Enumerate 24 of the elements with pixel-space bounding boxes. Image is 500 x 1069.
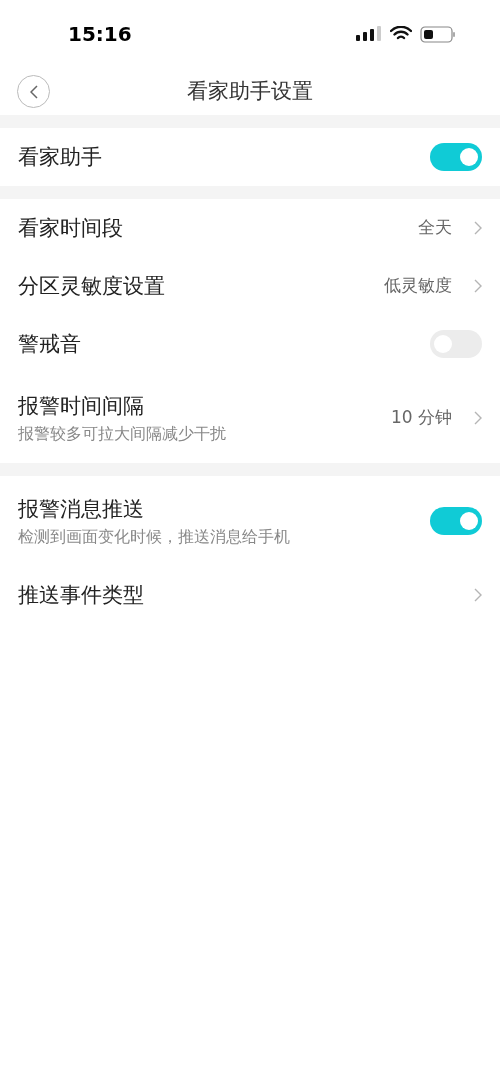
wifi-icon xyxy=(390,26,412,42)
page-title: 看家助手设置 xyxy=(187,77,313,105)
row-value: 10 分钟 xyxy=(390,406,452,430)
chevron-left-icon xyxy=(29,84,38,99)
row-value: 全天 xyxy=(418,216,452,240)
row-label: 看家时间段 xyxy=(18,215,123,242)
chevron-right-icon xyxy=(474,411,482,425)
row-label: 推送事件类型 xyxy=(18,582,144,609)
status-time: 15:16 xyxy=(68,21,132,48)
row-subtitle: 检测到画面变化时候，推送消息给手机 xyxy=(18,526,290,548)
battery-icon xyxy=(420,25,456,43)
chevron-right-icon xyxy=(474,279,482,293)
row-label: 报警时间间隔 xyxy=(18,393,145,420)
row-label: 报警消息推送 xyxy=(18,496,145,523)
chevron-right-icon xyxy=(474,588,482,602)
toggle-switch[interactable] xyxy=(430,143,482,171)
row-value: 低灵敏度 xyxy=(384,274,452,298)
row-label: 分区灵敏度设置 xyxy=(18,273,165,300)
toggle-switch[interactable] xyxy=(430,507,482,535)
row-label: 警戒音 xyxy=(18,331,81,358)
signal-icon xyxy=(356,26,382,42)
chevron-right-icon xyxy=(474,221,482,235)
row-label: 看家助手 xyxy=(18,144,102,171)
row-subtitle: 报警较多可拉大间隔减少干扰 xyxy=(18,423,226,445)
